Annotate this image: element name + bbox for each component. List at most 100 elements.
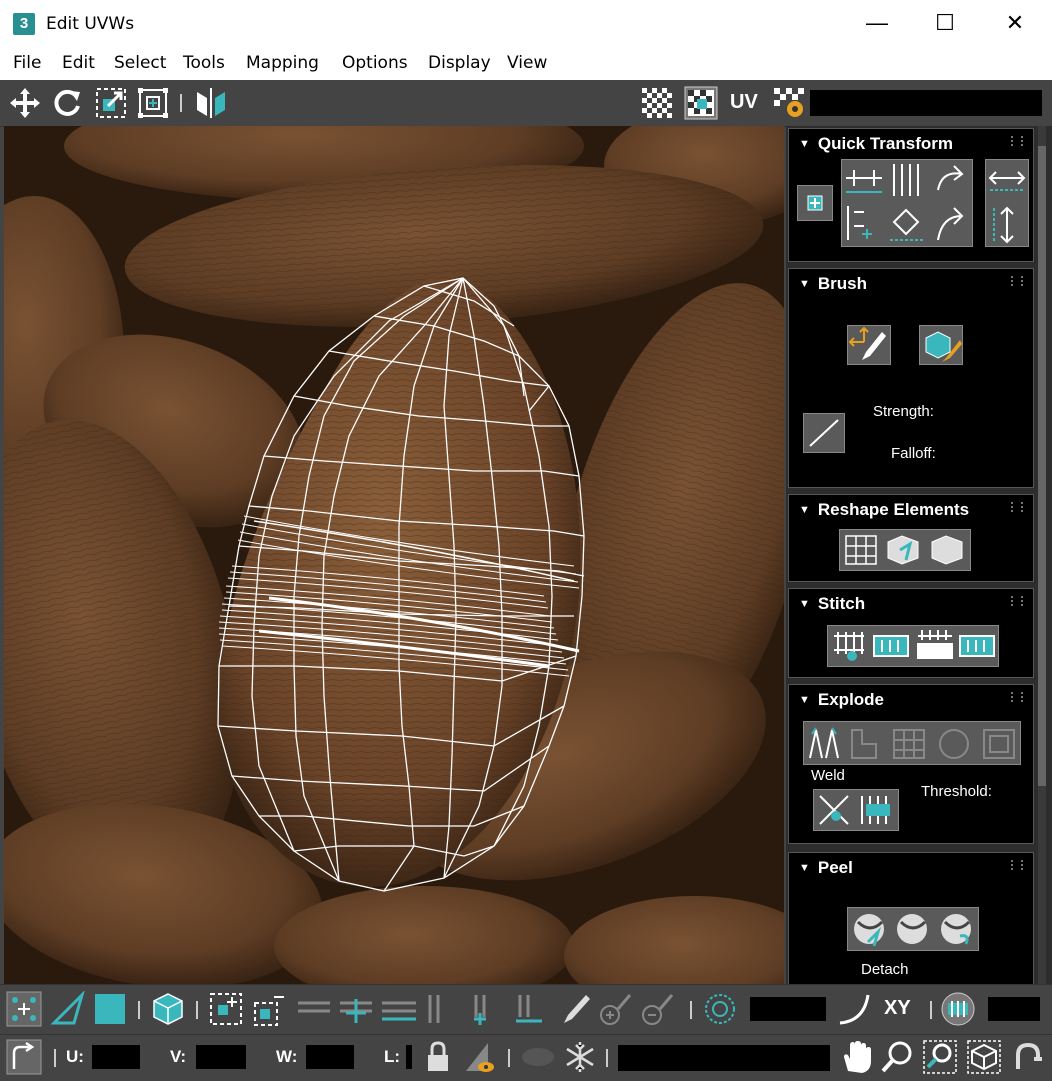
move-icon[interactable] <box>8 86 42 120</box>
grow-selection-icon[interactable] <box>208 991 244 1027</box>
zoom-extents-icon[interactable] <box>966 1039 1002 1075</box>
menu-options[interactable]: Options <box>342 53 408 73</box>
uv-viewport[interactable] <box>4 126 784 984</box>
weld-icons[interactable] <box>814 790 898 830</box>
absolute-offset-icon[interactable] <box>6 1039 42 1075</box>
l-label: L: <box>384 1047 401 1066</box>
visibility-icon[interactable] <box>520 1039 556 1075</box>
v-value-field[interactable] <box>196 1045 246 1069</box>
paint-move-icon <box>848 326 886 360</box>
w-value-field[interactable] <box>306 1045 354 1069</box>
menu-select[interactable]: Select <box>114 53 166 73</box>
grip-icon[interactable] <box>1011 276 1023 286</box>
edge-distance-field[interactable] <box>988 997 1040 1021</box>
relax-brush-icon <box>925 331 962 362</box>
bottom-toolbar-status: U: V: W: L: <box>0 1034 1052 1081</box>
soft-selection-icon[interactable] <box>702 991 738 1027</box>
grip-icon[interactable] <box>1011 692 1023 702</box>
u-value-field[interactable] <box>92 1045 140 1069</box>
toolbar-separator <box>930 1001 932 1019</box>
freeze-icon[interactable] <box>562 1039 598 1075</box>
peel-icons[interactable] <box>848 908 978 950</box>
vertex-select-icon[interactable] <box>6 991 42 1027</box>
toolbar-separator <box>54 1049 56 1067</box>
face-select-icon[interactable] <box>92 991 128 1027</box>
paint-select-grow-icon[interactable] <box>598 991 634 1027</box>
weld-button-group <box>813 789 899 831</box>
zoom-region-icon[interactable] <box>922 1039 958 1075</box>
checker-icon[interactable] <box>640 86 674 120</box>
ring-select-icons[interactable] <box>424 991 550 1027</box>
explode-button-group <box>803 721 1021 765</box>
paint-select-shrink-icon[interactable] <box>640 991 676 1027</box>
shrink-selection-icon[interactable] <box>250 991 286 1027</box>
straighten-relax-icons[interactable] <box>840 530 970 570</box>
xy-space-label[interactable]: XY <box>884 997 911 1020</box>
minimize-button[interactable]: — <box>842 0 912 46</box>
menu-file[interactable]: File <box>13 53 41 73</box>
stitch-title[interactable]: ▼ Stitch <box>799 594 865 614</box>
falloff-type-button[interactable] <box>803 413 845 453</box>
hide-show-icon[interactable] <box>462 1039 498 1075</box>
falloff-curve-icon[interactable] <box>836 991 872 1027</box>
menu-edit[interactable]: Edit <box>62 53 95 73</box>
lock-icon[interactable] <box>420 1039 456 1075</box>
toolbar-separator <box>508 1049 510 1067</box>
brush-title[interactable]: ▼ Brush <box>799 274 867 294</box>
loop-ring-select-icons[interactable] <box>296 991 420 1027</box>
stitch-icons[interactable] <box>828 626 998 666</box>
falloff-value-field[interactable] <box>750 997 826 1021</box>
center-pivot-button[interactable] <box>797 185 833 221</box>
paint-move-button[interactable] <box>847 325 891 365</box>
reshape-elements-title[interactable]: ▼ Reshape Elements <box>799 500 969 520</box>
menu-display[interactable]: Display <box>428 53 491 73</box>
texture-checker-icon[interactable] <box>684 86 718 120</box>
quick-transform-space-group <box>985 159 1029 247</box>
stitch-button-group <box>827 625 999 667</box>
menu-view[interactable]: View <box>507 53 547 73</box>
selection-set-dropdown[interactable] <box>618 1045 830 1071</box>
snap-icon[interactable] <box>1010 1039 1046 1075</box>
panel-scrollbar-thumb[interactable] <box>1038 146 1046 786</box>
close-button[interactable]: ✕ <box>980 0 1050 46</box>
element-select-icon[interactable] <box>150 991 186 1027</box>
grip-icon[interactable] <box>1011 860 1023 870</box>
grip-icon[interactable] <box>1011 136 1023 146</box>
align-distribute-icons[interactable] <box>842 160 972 246</box>
space-icons[interactable] <box>986 160 1028 246</box>
toolbar-dropdown[interactable] <box>810 90 1042 116</box>
menu-mapping[interactable]: Mapping <box>246 53 319 73</box>
menu-tools[interactable]: Tools <box>183 53 225 73</box>
window-title: Edit UVWs <box>46 14 135 34</box>
explode-icons[interactable] <box>804 722 1020 764</box>
edge-select-icon[interactable] <box>50 991 86 1027</box>
peel-title[interactable]: ▼ Peel <box>799 858 853 878</box>
uv-label-icon[interactable]: UV <box>730 91 758 114</box>
scale-icon[interactable] <box>94 86 128 120</box>
grip-icon[interactable] <box>1011 502 1023 512</box>
w-label: W: <box>276 1047 298 1066</box>
mirror-icon[interactable] <box>194 86 228 120</box>
toolbar-separator <box>606 1049 608 1067</box>
freeform-icon[interactable] <box>136 86 170 120</box>
zoom-icon[interactable] <box>880 1039 916 1075</box>
maximize-button[interactable]: ☐ <box>910 0 980 46</box>
explode-title[interactable]: ▼ Explode <box>799 690 884 710</box>
grip-icon[interactable] <box>1011 596 1023 606</box>
toolbar-separator <box>690 1001 692 1019</box>
collapse-triangle-icon: ▼ <box>799 598 810 610</box>
pivot-icon <box>807 195 823 211</box>
rotate-icon[interactable] <box>50 86 84 120</box>
collapse-triangle-icon: ▼ <box>799 694 810 706</box>
paint-select-icon[interactable] <box>556 991 592 1027</box>
pan-hand-icon[interactable] <box>838 1039 874 1075</box>
l-value-field[interactable] <box>406 1045 412 1069</box>
edge-distance-icon[interactable] <box>940 991 976 1027</box>
quick-transform-button-group <box>841 159 973 247</box>
linear-falloff-icon <box>809 419 839 447</box>
toolbar-separator <box>138 1001 140 1019</box>
quick-transform-title[interactable]: ▼ Quick Transform <box>799 134 953 154</box>
brush-rollout: ▼ Brush Strength: Falloff: <box>788 268 1034 488</box>
relax-brush-button[interactable] <box>919 325 963 365</box>
settings-checker-icon[interactable] <box>772 86 806 120</box>
